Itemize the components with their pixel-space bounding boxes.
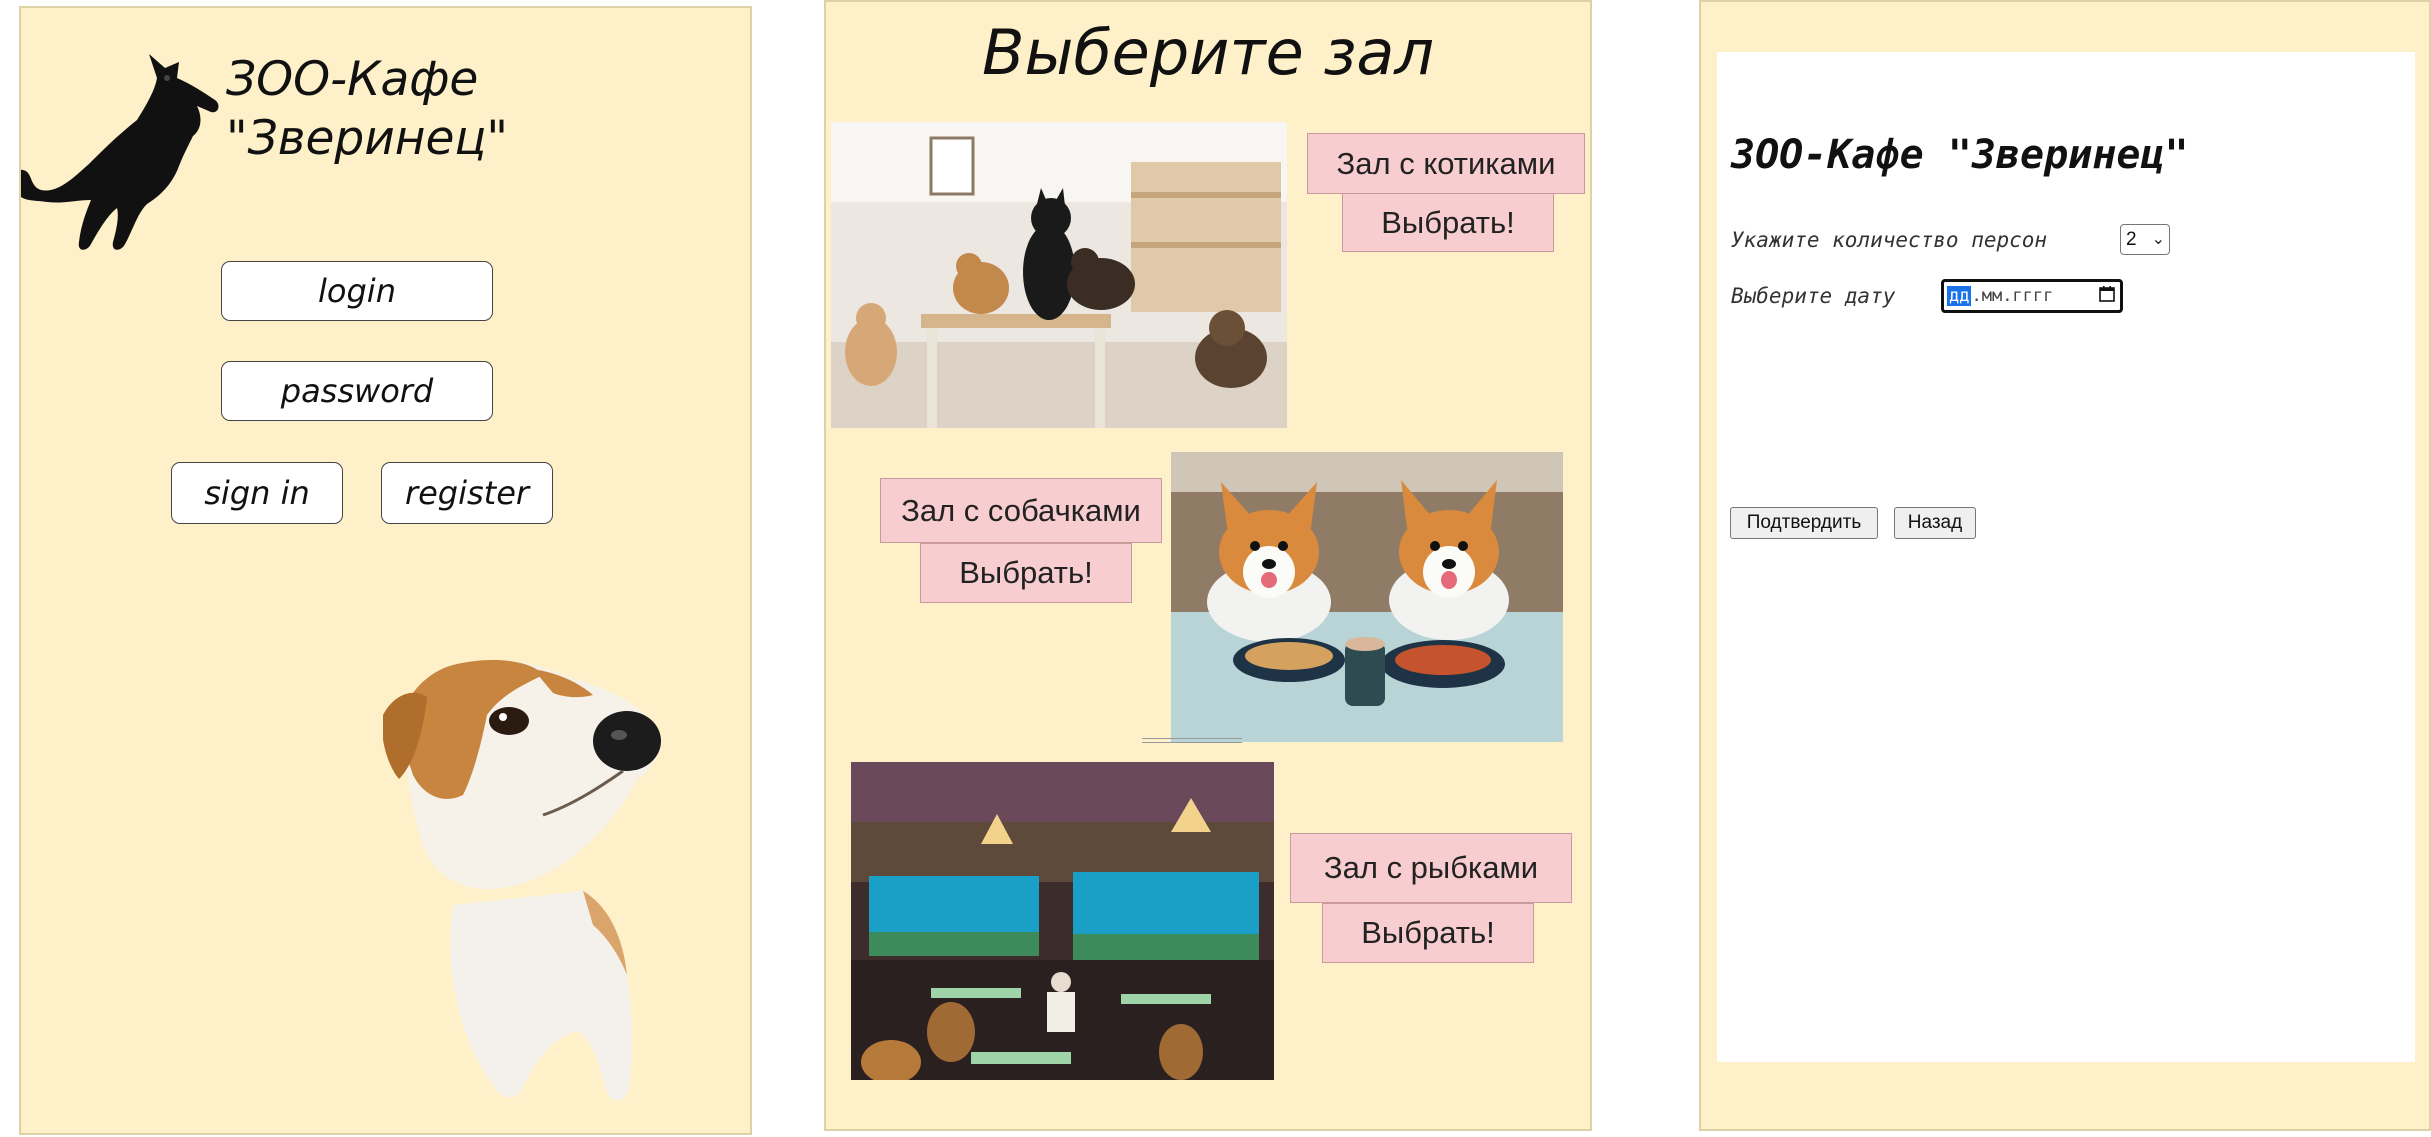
persons-label: Укажите количество персон xyxy=(1731,228,2048,252)
calendar-icon[interactable] xyxy=(2098,285,2116,303)
choose-cats-hall-button[interactable]: Выбрать! xyxy=(1342,193,1554,252)
cats-hall-label: Зал с котиками xyxy=(1307,133,1585,194)
dogs-hall-label: Зал с собачками xyxy=(880,478,1162,543)
confirm-button[interactable]: Подтвердить xyxy=(1730,507,1878,539)
app-title-line2: "Зверинец" xyxy=(226,111,508,166)
hall-panel: Выберите зал Зал с котиками Выбрать! Зал… xyxy=(824,0,1592,1131)
persons-select[interactable]: 2 ⌄ xyxy=(2120,224,2170,255)
cat-illustration xyxy=(21,54,219,250)
fish-hall-photo xyxy=(851,762,1274,1080)
password-input[interactable]: password xyxy=(221,361,493,421)
date-input[interactable]: дд .мм.гггг xyxy=(1941,279,2123,313)
sign-in-button[interactable]: sign in xyxy=(171,462,343,524)
date-rest-segment: .мм.гггг xyxy=(1971,286,2054,306)
register-button[interactable]: register xyxy=(381,462,553,524)
back-button[interactable]: Назад xyxy=(1894,507,1976,539)
booking-panel: ЗОО-Кафе "Зверинец" Укажите количество п… xyxy=(1699,0,2431,1131)
chevron-down-icon: ⌄ xyxy=(2151,231,2165,248)
login-panel: ЗОО-Кафе "Зверинец" login password sign … xyxy=(19,6,752,1135)
form-title: ЗОО-Кафе "Зверинец" xyxy=(1731,132,2189,178)
choose-dogs-hall-button[interactable]: Выбрать! xyxy=(920,543,1132,603)
app-title: ЗОО-Кафе "Зверинец" xyxy=(226,50,586,168)
app-title-line1: ЗОО-Кафе xyxy=(226,52,479,107)
fish-hall-label: Зал с рыбками xyxy=(1290,833,1572,903)
dogs-hall-photo xyxy=(1171,452,1563,742)
date-label: Выберите дату xyxy=(1731,284,1896,308)
persons-value: 2 xyxy=(2126,228,2137,250)
dog-illustration xyxy=(383,660,661,1101)
login-input[interactable]: login xyxy=(221,261,493,321)
cats-hall-photo xyxy=(831,122,1287,428)
booking-form: ЗОО-Кафе "Зверинец" Укажите количество п… xyxy=(1717,52,2415,1062)
choose-fish-hall-button[interactable]: Выбрать! xyxy=(1322,903,1534,963)
divider xyxy=(1142,738,1242,743)
date-day-segment[interactable]: дд xyxy=(1947,286,1972,306)
hall-title: Выберите зал xyxy=(981,16,1435,89)
